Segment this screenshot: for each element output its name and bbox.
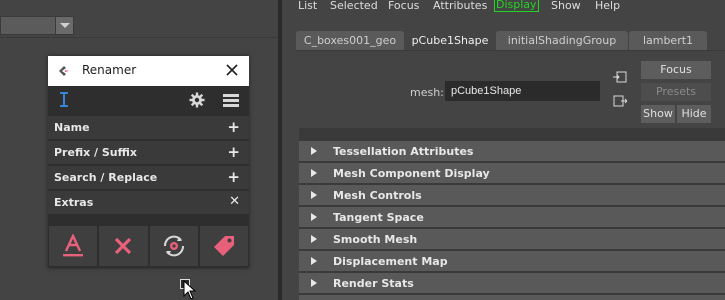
toolbar-divider <box>0 37 278 38</box>
frame-title: Render Stats <box>333 277 414 290</box>
gear-icon[interactable] <box>189 92 205 108</box>
presets-button[interactable]: Presets <box>641 83 711 101</box>
section-label: Search / Replace <box>54 171 158 184</box>
frame-title: Smooth Mesh <box>333 233 418 246</box>
tab-pcube1shape[interactable]: pCube1Shape <box>405 31 495 51</box>
refresh-gear-icon <box>163 235 184 257</box>
section-name[interactable]: Name + <box>48 114 249 139</box>
mesh-label: mesh: <box>410 86 444 99</box>
tab-lambert1[interactable]: lambert1 <box>629 31 707 51</box>
tab-c-boxes001-geo[interactable]: C_boxes001_geo <box>296 31 404 51</box>
menu-display[interactable]: Display <box>494 0 539 12</box>
menu-help[interactable]: Help <box>595 0 620 12</box>
renamer-logo-icon <box>59 66 69 76</box>
menu-show[interactable]: Show <box>551 0 581 12</box>
extras-tools <box>48 224 249 268</box>
frame-tessellation-attributes[interactable]: Tessellation Attributes <box>299 141 725 161</box>
menu-focus[interactable]: Focus <box>388 0 419 12</box>
attribute-editor: List Selected Focus Attributes Display S… <box>282 0 725 300</box>
expand-plus-icon[interactable]: + <box>227 143 240 161</box>
section-search-replace[interactable]: Search / Replace + <box>48 164 249 189</box>
attribute-menu-bar: List Selected Focus Attributes Display S… <box>282 0 725 16</box>
section-label: Extras <box>54 196 94 209</box>
format-text-button[interactable] <box>49 226 98 266</box>
tag-icon <box>213 236 234 256</box>
renamer-title-bar[interactable]: Renamer <box>48 56 249 86</box>
renamer-title: Renamer <box>82 63 137 77</box>
input-connections-icon[interactable] <box>613 71 627 83</box>
frame-title: Mesh Component Display <box>333 167 490 180</box>
expand-arrow-icon[interactable] <box>311 169 317 177</box>
section-label: Name <box>54 121 90 134</box>
expand-plus-icon[interactable]: + <box>227 118 240 136</box>
close-icon[interactable] <box>225 63 239 77</box>
focus-button[interactable]: Focus <box>641 61 711 79</box>
collapse-x-icon[interactable]: ✕ <box>229 194 240 209</box>
tab-underline <box>296 50 725 51</box>
section-prefix-suffix[interactable]: Prefix / Suffix + <box>48 139 249 164</box>
frame-render-stats[interactable]: Render Stats <box>299 273 725 293</box>
frame-smooth-mesh[interactable]: Smooth Mesh <box>299 229 725 249</box>
menu-attributes[interactable]: Attributes <box>433 0 487 12</box>
hide-button[interactable]: Hide <box>677 105 711 123</box>
mouse-pointer-icon <box>183 280 197 300</box>
menu-list[interactable]: List <box>298 0 317 12</box>
expand-plus-icon[interactable]: + <box>227 168 240 186</box>
text-cursor-icon[interactable] <box>59 92 69 107</box>
hamburger-menu-icon[interactable] <box>223 94 239 107</box>
left-dropdown[interactable] <box>0 16 74 35</box>
frame-displacement-map[interactable]: Displacement Map <box>299 251 725 271</box>
renamer-toolbar <box>48 86 249 114</box>
section-label: Prefix / Suffix <box>54 146 137 159</box>
expand-arrow-icon[interactable] <box>311 235 317 243</box>
frame-title: Tessellation Attributes <box>333 145 474 158</box>
refresh-settings-button[interactable] <box>149 226 198 266</box>
show-button[interactable]: Show <box>641 105 675 123</box>
expand-arrow-icon[interactable] <box>311 257 317 265</box>
expand-arrow-icon[interactable] <box>311 279 317 287</box>
delete-x-icon <box>115 237 132 255</box>
expand-arrow-icon[interactable] <box>311 147 317 155</box>
frame-title: Displacement Map <box>333 255 448 268</box>
frame-mesh-component-display[interactable]: Mesh Component Display <box>299 163 725 183</box>
frame-title: Tangent Space <box>333 211 424 224</box>
delete-button[interactable] <box>99 226 148 266</box>
menu-selected[interactable]: Selected <box>330 0 378 12</box>
mesh-name-field[interactable] <box>445 81 600 101</box>
text-format-icon <box>63 234 84 257</box>
renamer-window: Renamer Name + Prefix / Suffix + Search … <box>48 56 249 268</box>
section-extras[interactable]: Extras ✕ <box>48 189 249 214</box>
frame-tangent-space[interactable]: Tangent Space <box>299 207 725 227</box>
chevron-down-icon[interactable] <box>55 17 73 34</box>
output-connections-icon[interactable] <box>613 95 627 107</box>
frame-title: Mesh Controls <box>333 189 422 202</box>
expand-arrow-icon[interactable] <box>311 191 317 199</box>
tag-button[interactable] <box>199 226 248 266</box>
frame-mesh-controls[interactable]: Mesh Controls <box>299 185 725 205</box>
expand-arrow-icon[interactable] <box>311 213 317 221</box>
frame-next-partial[interactable] <box>299 295 725 300</box>
tab-initial-shading-group[interactable]: initialShadingGroup <box>496 31 628 51</box>
